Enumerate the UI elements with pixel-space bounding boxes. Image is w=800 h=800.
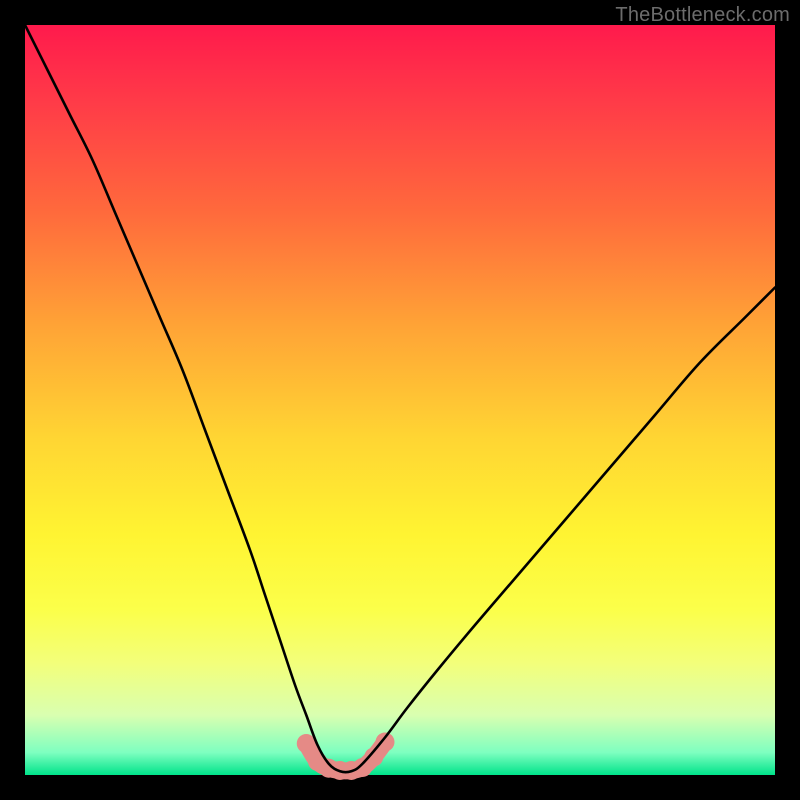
watermark-text: TheBottleneck.com [615, 4, 790, 27]
bottleneck-curve [25, 25, 775, 772]
chart-frame: TheBottleneck.com [0, 0, 800, 800]
chart-svg [0, 0, 800, 800]
valley-marker-dot [376, 733, 395, 752]
